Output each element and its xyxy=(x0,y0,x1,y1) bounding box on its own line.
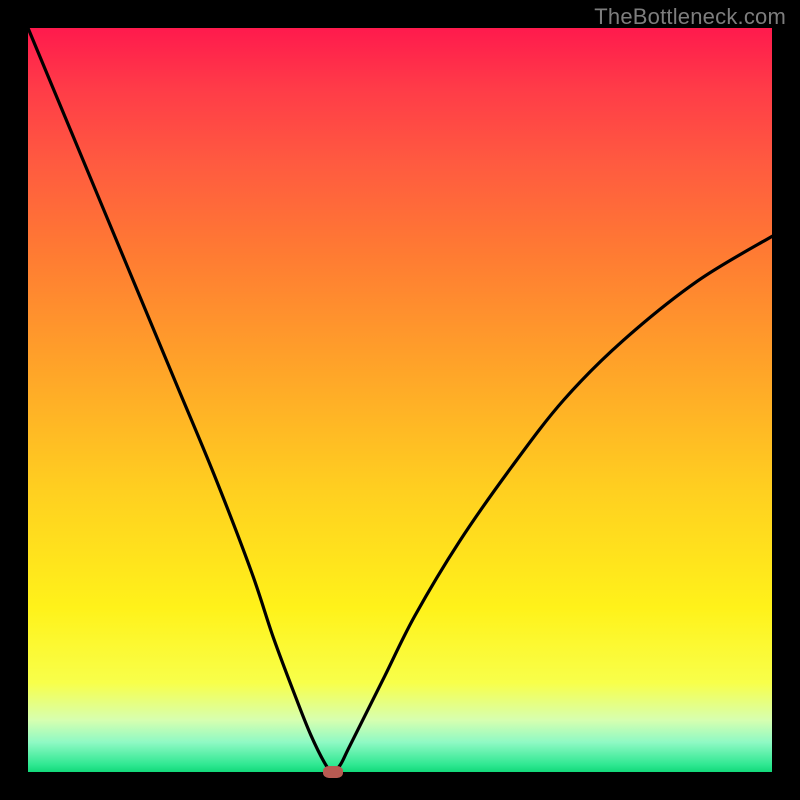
minimum-marker xyxy=(323,766,343,778)
watermark-text: TheBottleneck.com xyxy=(594,4,786,30)
bottleneck-curve xyxy=(28,28,772,772)
plot-area xyxy=(28,28,772,772)
chart-frame: TheBottleneck.com xyxy=(0,0,800,800)
